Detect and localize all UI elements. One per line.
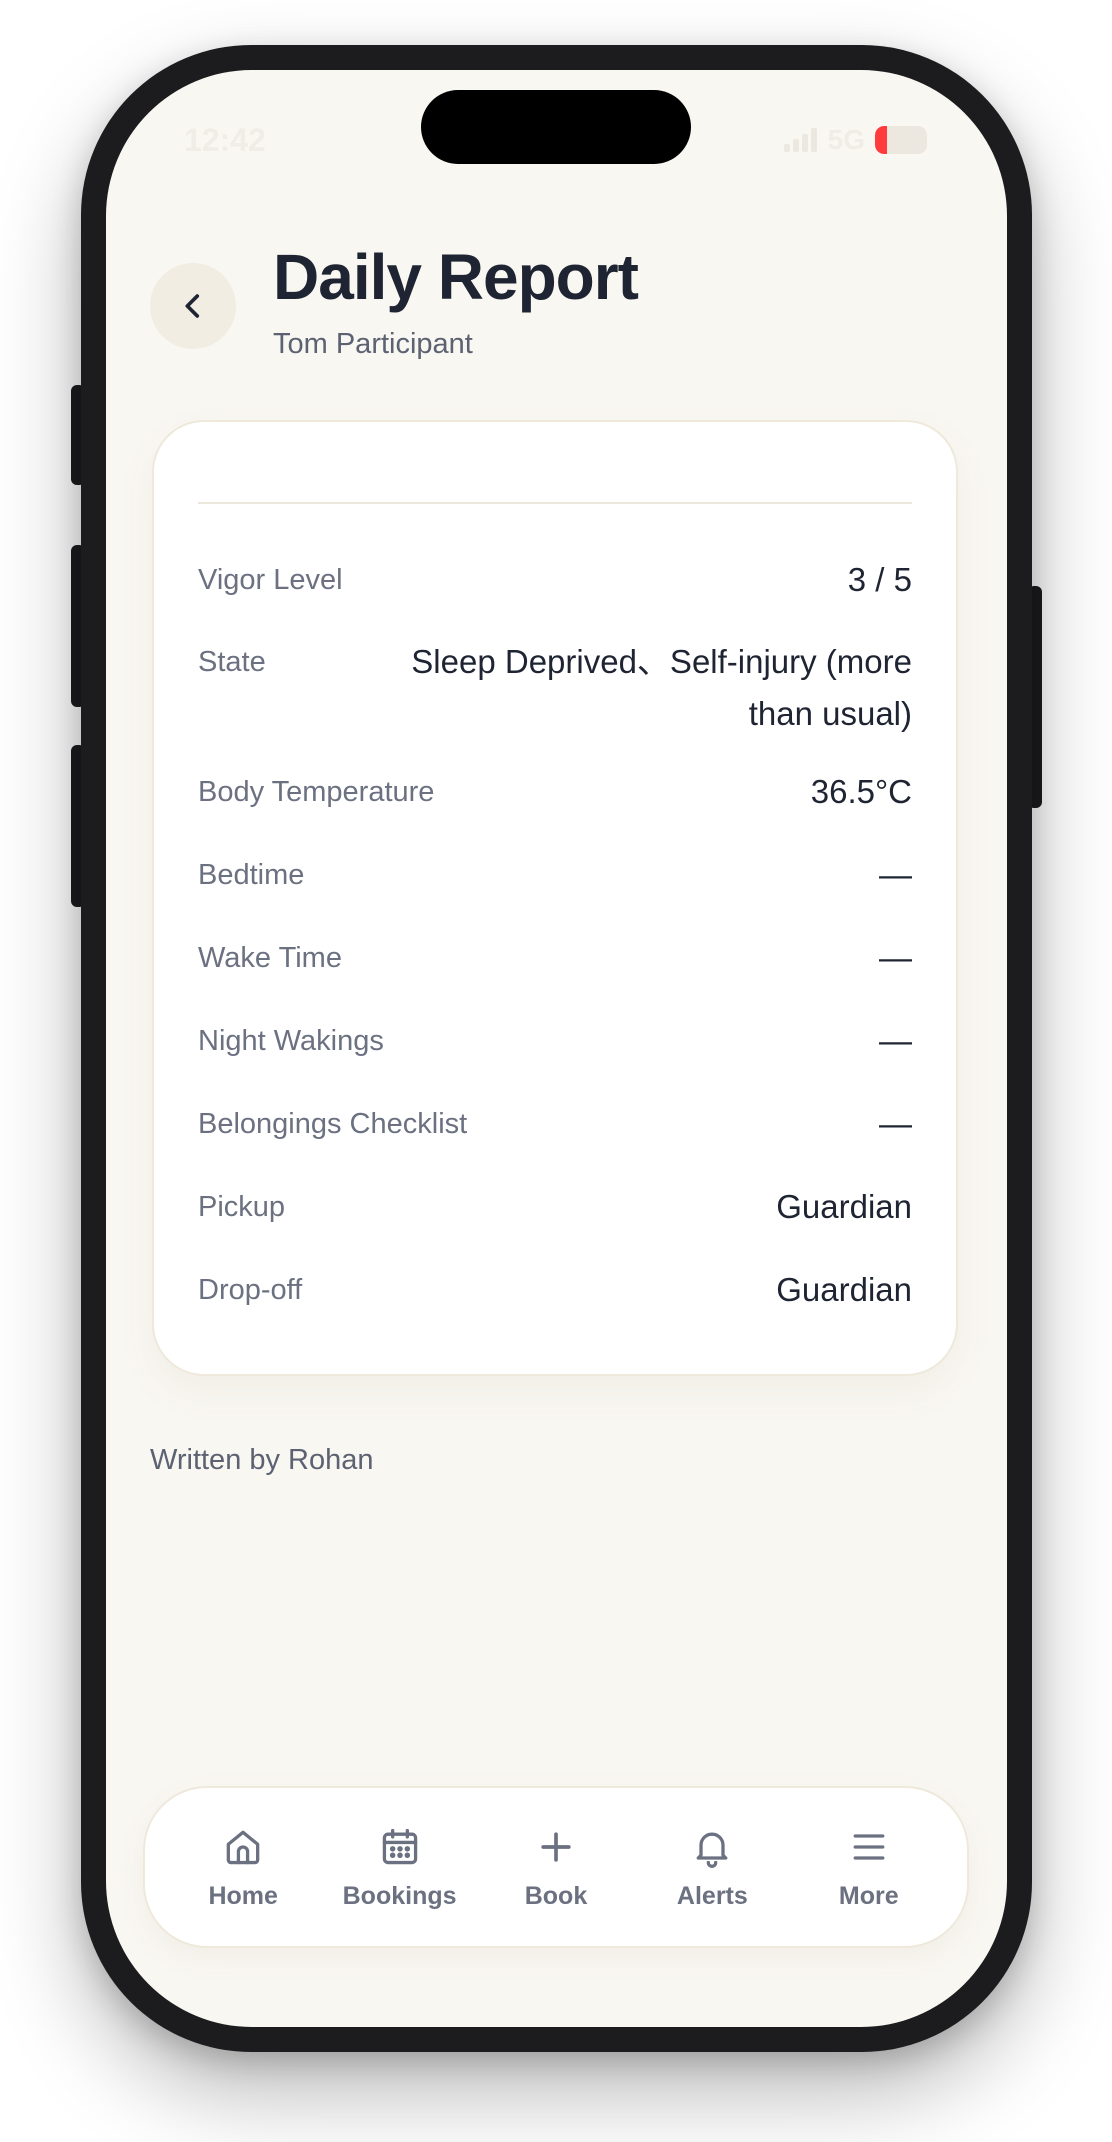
status-time: 12:42	[184, 122, 266, 158]
bottom-tab-bar: Home Bookings Book Alerts More	[143, 1786, 969, 1948]
author-note: Written by Rohan	[150, 1444, 374, 1476]
tab-label: Alerts	[676, 1881, 748, 1910]
report-row-vigor: Vigor Level 3 / 5	[198, 561, 912, 606]
menu-icon	[846, 1824, 892, 1870]
report-row-temperature: Body Temperature 36.5°C	[198, 773, 912, 818]
tab-label: Book	[524, 1881, 588, 1910]
row-value: —	[879, 856, 912, 893]
device-stage: 12:42 5G Daily Report Tom Participant Vi…	[0, 0, 1112, 2142]
network-label: 5G	[827, 124, 865, 155]
bell-icon	[689, 1824, 735, 1870]
app-screen: 12:42 5G Daily Report Tom Participant Vi…	[106, 70, 1007, 2027]
dynamic-island	[421, 90, 691, 164]
row-value: 36.5°C	[810, 773, 912, 810]
row-label: Belongings Checklist	[198, 1108, 468, 1140]
report-row-wake-time: Wake Time —	[198, 939, 912, 984]
row-value: Guardian	[776, 1188, 912, 1225]
plus-icon	[533, 1824, 579, 1870]
row-label: Body Temperature	[198, 776, 435, 808]
row-label: State	[198, 646, 266, 678]
row-value: —	[879, 1105, 912, 1142]
signal-icon	[783, 128, 818, 152]
report-card: Vigor Level 3 / 5 State Sleep Deprived、S…	[152, 420, 958, 1376]
row-value: 3 / 5	[847, 561, 912, 598]
report-row-state: State Sleep Deprived、Self-injury (more t…	[198, 643, 912, 740]
tab-more[interactable]: More	[799, 1824, 939, 1911]
row-value: —	[879, 939, 912, 976]
tab-label: Home	[208, 1881, 278, 1910]
tab-alerts[interactable]: Alerts	[642, 1824, 782, 1911]
row-value: —	[879, 1022, 912, 1059]
row-label: Wake Time	[198, 942, 342, 974]
report-row-pickup: Pickup Guardian	[198, 1188, 912, 1233]
tab-book[interactable]: Book	[486, 1824, 626, 1911]
back-button[interactable]	[150, 263, 236, 349]
row-value: Sleep Deprived、Self-injury (more than us…	[411, 643, 912, 732]
tab-bookings[interactable]: Bookings	[330, 1824, 470, 1911]
calendar-icon	[377, 1824, 423, 1870]
tab-label: Bookings	[342, 1881, 457, 1910]
row-label: Night Wakings	[198, 1025, 384, 1057]
row-label: Drop-off	[198, 1274, 303, 1306]
report-row-bedtime: Bedtime —	[198, 856, 912, 901]
row-label: Vigor Level	[198, 564, 343, 596]
report-row-night-wakings: Night Wakings —	[198, 1022, 912, 1067]
tab-label: More	[838, 1881, 899, 1910]
report-row-dropoff: Drop-off Guardian	[198, 1271, 912, 1316]
participant-name: Tom Participant	[273, 328, 473, 360]
row-value: Guardian	[776, 1271, 912, 1308]
chevron-left-icon	[185, 294, 200, 318]
home-icon	[220, 1824, 266, 1870]
page-title: Daily Report	[273, 241, 639, 313]
status-indicators: 5G	[783, 124, 927, 156]
battery-icon	[875, 126, 927, 154]
battery-level	[875, 126, 887, 154]
tab-home[interactable]: Home	[173, 1824, 313, 1911]
row-label: Pickup	[198, 1191, 286, 1223]
row-label: Bedtime	[198, 859, 305, 891]
card-divider	[198, 502, 912, 504]
report-row-belongings: Belongings Checklist —	[198, 1105, 912, 1150]
